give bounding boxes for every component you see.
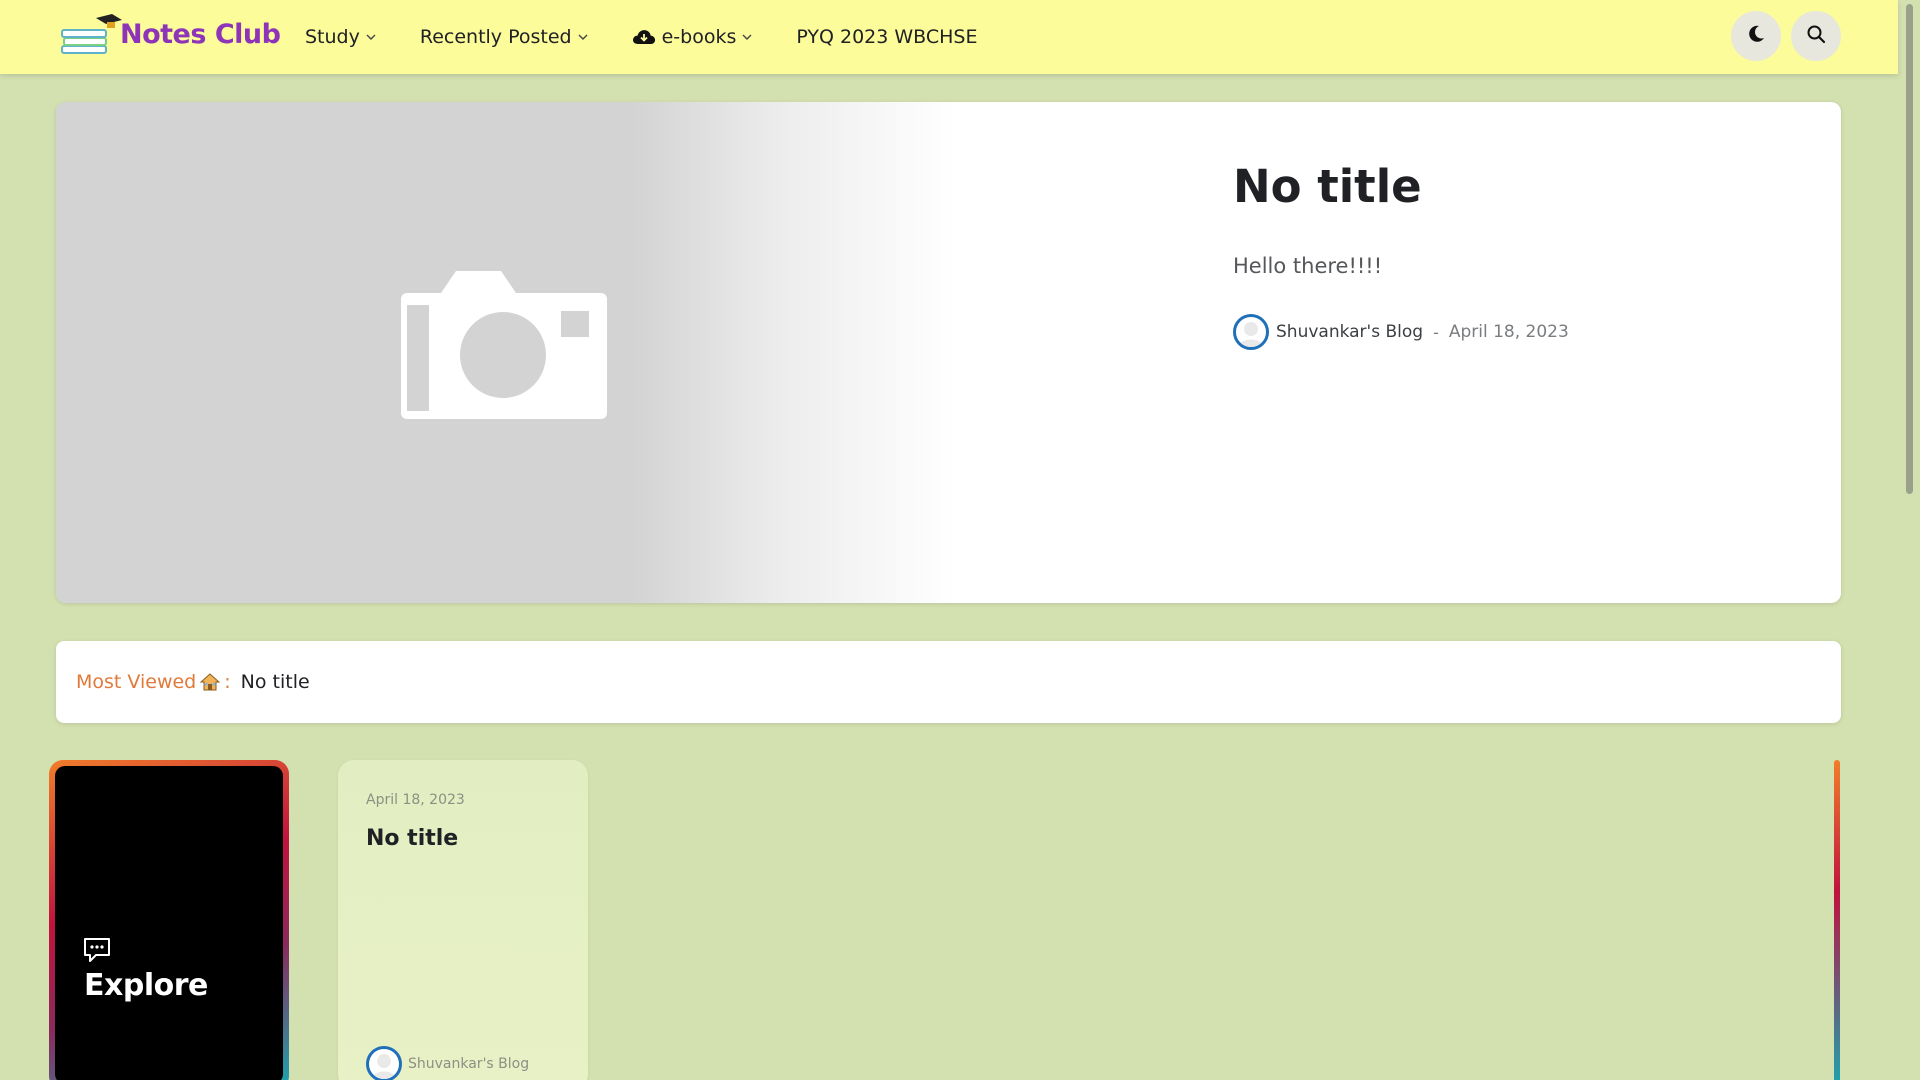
main-nav: Study Recently Posted e-books PYQ 2023 W… <box>305 0 1022 74</box>
featured-post-snippet: Hello there!!!! <box>1233 254 1383 278</box>
most-viewed-label: Most Viewed <box>76 671 197 693</box>
meta-separator: - <box>1433 322 1439 342</box>
avatar[interactable] <box>366 1046 402 1080</box>
chat-bubble-icon <box>82 936 112 968</box>
most-viewed-bar: Most Viewed : No title <box>56 641 1841 723</box>
post-card-author[interactable]: Shuvankar's Blog <box>408 1056 529 1072</box>
post-card-date: April 18, 2023 <box>366 792 465 808</box>
featured-post-title[interactable]: No title <box>1233 160 1422 213</box>
books-logo-icon <box>60 14 122 62</box>
house-emoji-icon <box>200 672 221 692</box>
explore-label: Explore <box>84 968 208 1003</box>
search-button[interactable] <box>1791 11 1841 61</box>
avatar[interactable] <box>1233 314 1269 350</box>
search-icon <box>1806 24 1826 48</box>
site-header: Notes Club Study Recently Posted e-books <box>0 0 1898 74</box>
chevron-down-icon <box>578 34 588 41</box>
page-scrollbar[interactable] <box>1898 0 1920 1080</box>
camera-icon <box>401 267 611 431</box>
scrollbar-thumb[interactable] <box>1906 4 1913 494</box>
moon-icon <box>1746 24 1766 48</box>
sidebar-accent-bar <box>1834 760 1840 1080</box>
nav-pyq-label: PYQ 2023 WBCHSE <box>796 26 978 48</box>
explore-card-inner: Explore <box>55 766 283 1080</box>
most-viewed-colon: : <box>224 671 231 693</box>
chevron-down-icon <box>366 34 376 41</box>
explore-card[interactable]: Explore <box>49 760 289 1080</box>
featured-post-meta: Shuvankar's Blog - April 18, 2023 <box>1233 314 1569 350</box>
post-card[interactable]: April 18, 2023 No title Shuvankar's Blog <box>338 760 588 1080</box>
featured-post[interactable]: No title Hello there!!!! Shuvankar's Blo… <box>56 102 1841 603</box>
chevron-down-icon <box>742 34 752 41</box>
nav-study[interactable]: Study <box>305 26 376 48</box>
author-name[interactable]: Shuvankar's Blog <box>1276 322 1423 342</box>
nav-ebooks-label: e-books <box>661 26 737 48</box>
post-card-title[interactable]: No title <box>366 826 458 851</box>
cloud-download-icon <box>632 28 656 46</box>
nav-recently-posted-label: Recently Posted <box>419 26 572 48</box>
post-card-meta: Shuvankar's Blog <box>366 1046 529 1080</box>
featured-post-image[interactable] <box>56 102 956 603</box>
site-logo[interactable]: Notes Club <box>60 12 281 58</box>
nav-study-label: Study <box>305 26 360 48</box>
nav-recently-posted[interactable]: Recently Posted <box>420 26 588 48</box>
nav-pyq-2023[interactable]: PYQ 2023 WBCHSE <box>796 26 977 48</box>
logo-text: Notes Club <box>120 19 281 50</box>
most-viewed-link[interactable]: No title <box>241 671 310 693</box>
post-date: April 18, 2023 <box>1448 322 1569 342</box>
nav-ebooks[interactable]: e-books <box>632 26 753 48</box>
dark-mode-button[interactable] <box>1731 11 1781 61</box>
